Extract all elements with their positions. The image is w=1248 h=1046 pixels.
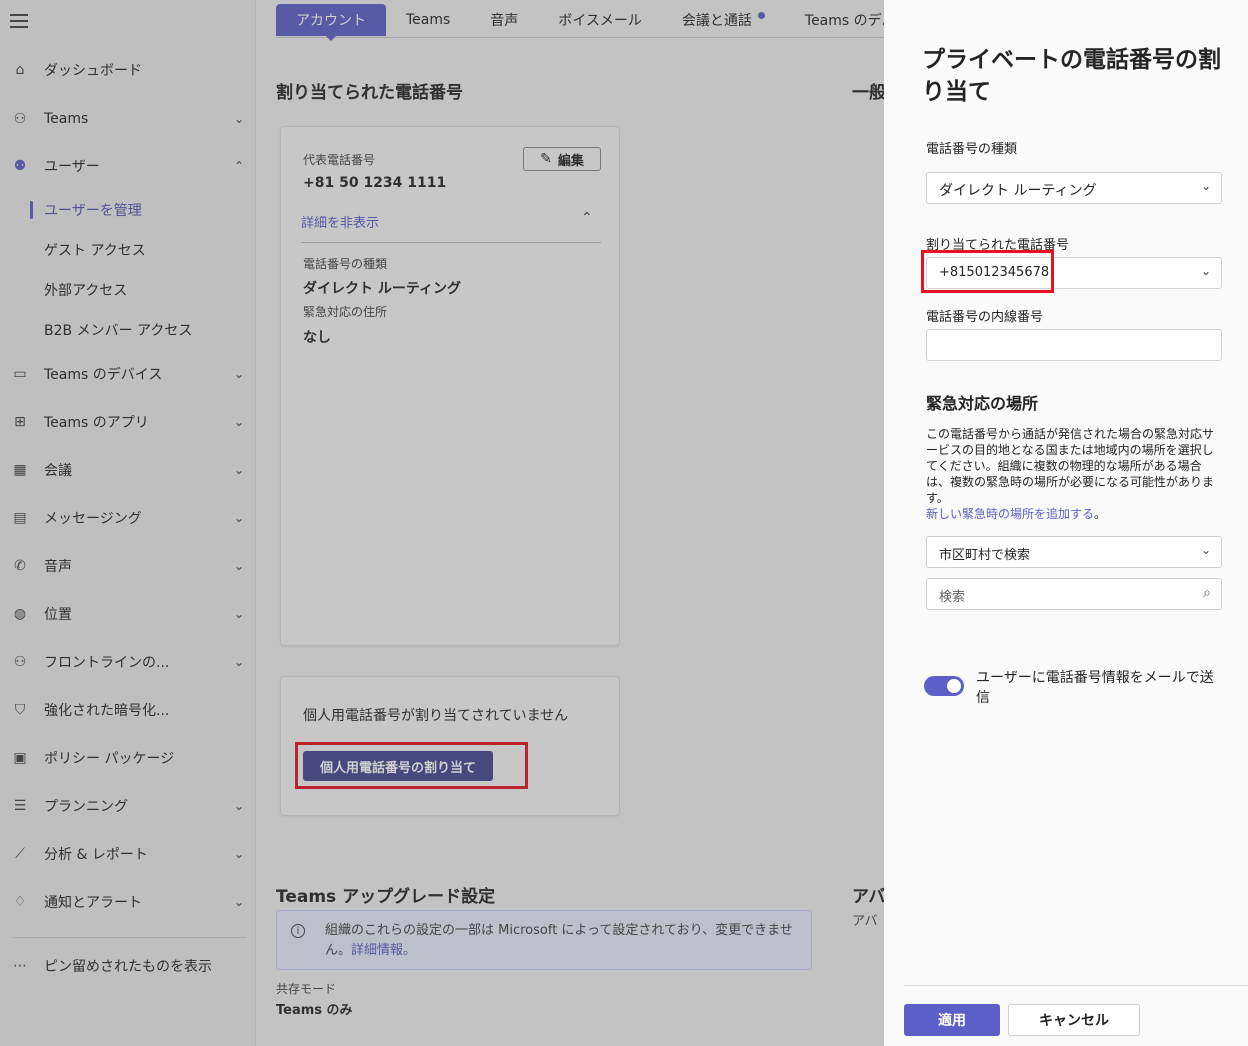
emergency-description: この電話番号から通話が発信された場合の緊急対応サービスの目的地となる国または地域… — [926, 426, 1222, 522]
toggle-knob — [947, 679, 961, 693]
cancel-button[interactable]: キャンセル — [1008, 1004, 1140, 1036]
search-icon: ⌕ — [1203, 585, 1211, 601]
highlight-box — [921, 250, 1054, 293]
search-placeholder: 検索 — [939, 590, 966, 605]
city-search-dropdown[interactable]: 市区町村で検索 ⌄ — [926, 536, 1222, 568]
emergency-desc-text: この電話番号から通話が発信された場合の緊急対応サービスの目的地となる国または地域… — [926, 427, 1215, 505]
extension-input[interactable] — [926, 329, 1222, 361]
number-type-label: 電話番号の種類 — [926, 142, 1018, 157]
number-type-dropdown[interactable]: ダイレクト ルーティング ⌄ — [926, 172, 1222, 204]
chevron-down-icon: ⌄ — [1200, 264, 1211, 278]
email-toggle-label: ユーザーに電話番号情報をメールで送信 — [976, 670, 1214, 706]
email-toggle[interactable] — [924, 676, 964, 696]
extension-label: 電話番号の内線番号 — [926, 310, 1044, 325]
link-suffix: 。 — [1094, 507, 1107, 521]
modal-overlay[interactable] — [0, 0, 884, 1046]
apply-button[interactable]: 適用 — [904, 1004, 1000, 1036]
location-search-input[interactable]: 検索 ⌕ — [926, 578, 1222, 610]
dropdown-value: 市区町村で検索 — [939, 548, 1031, 563]
chevron-down-icon: ⌄ — [1200, 543, 1211, 557]
footer-divider — [904, 985, 1248, 986]
panel-title: プライベートの電話番号の割り当て — [922, 47, 1221, 105]
add-emergency-location-link[interactable]: 新しい緊急時の場所を追加する — [926, 507, 1094, 521]
chevron-down-icon: ⌄ — [1200, 179, 1211, 193]
dropdown-value: ダイレクト ルーティング — [939, 183, 1097, 199]
emergency-location-title: 緊急対応の場所 — [926, 394, 1039, 413]
assign-number-panel: プライベートの電話番号の割り当て 電話番号の種類 ダイレクト ルーティング ⌄ … — [884, 0, 1248, 1046]
